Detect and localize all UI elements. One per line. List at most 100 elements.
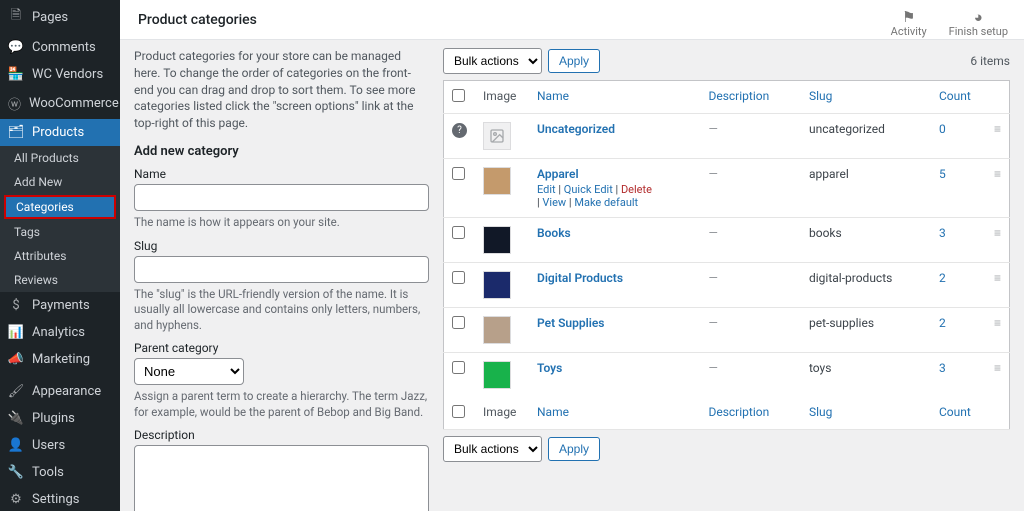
sidebar-item-appearance[interactable]: 🖌Appearance [0,378,120,405]
sidebar-item-pages[interactable]: 🗎 Pages [0,0,120,34]
bulk-actions-select-top[interactable]: Bulk actions [443,48,542,74]
name-label: Name [134,167,429,181]
page-icon: 🗎 [8,6,24,28]
vendor-icon: 🏪 [8,67,24,82]
empty-description: — [708,316,717,330]
col-slug[interactable]: Slug [801,81,931,114]
add-category-heading: Add new category [134,144,429,159]
submenu-reviews[interactable]: Reviews [0,268,120,292]
row-checkbox[interactable] [452,226,465,239]
submenu-tags[interactable]: Tags [0,220,120,244]
drag-handle-icon[interactable]: ≡ [994,167,1001,181]
finish-setup-label: Finish setup [949,25,1008,38]
drag-handle-icon[interactable]: ≡ [994,226,1001,240]
submenu-add-new[interactable]: Add New [0,170,120,194]
count-link[interactable]: 3 [939,361,946,375]
count-link[interactable]: 0 [939,122,946,136]
drag-handle-icon[interactable]: ≡ [994,122,1001,136]
row-checkbox[interactable] [452,271,465,284]
sidebar-item-label: Tools [32,465,64,480]
category-thumbnail[interactable] [483,316,511,344]
sidebar-item-users[interactable]: 👤Users [0,432,120,459]
select-all-bottom[interactable] [452,405,465,418]
slug-input[interactable] [134,256,429,283]
apply-button-top[interactable]: Apply [548,49,600,73]
drag-handle-icon[interactable]: ≡ [994,361,1001,375]
sidebar-item-woocommerce[interactable]: ⓦWooCommerce [0,88,120,119]
category-name-link[interactable]: Uncategorized [537,122,615,136]
col-count-foot[interactable]: Count [931,397,986,430]
row-actions: Edit | Quick Edit | Delete| View | Make … [537,183,692,209]
finish-setup-button[interactable]: ◕ Finish setup [949,10,1008,38]
col-count[interactable]: Count [931,81,986,114]
sidebar-item-tools[interactable]: 🔧 Tools [0,459,120,486]
activity-button[interactable]: ⚑ Activity [891,10,927,38]
make-default-link[interactable]: Make default [574,196,638,209]
quick-edit-link[interactable]: Quick Edit [564,183,613,196]
empty-description: — [708,122,717,136]
submenu-all-products[interactable]: All Products [0,146,120,170]
sidebar-item-comments[interactable]: 💬Comments [0,34,120,61]
col-name-foot[interactable]: Name [529,397,700,430]
table-row: Books—books3≡ [444,218,1010,263]
parent-select[interactable]: None [134,358,244,385]
table-row: Toys—toys3≡ [444,353,1010,398]
count-link[interactable]: 2 [939,271,946,285]
empty-description: — [708,226,717,240]
drag-handle-icon[interactable]: ≡ [994,316,1001,330]
category-thumbnail[interactable] [483,226,511,254]
name-input[interactable] [134,184,429,211]
sidebar-item-analytics[interactable]: 📊Analytics [0,319,120,346]
woo-icon: ⓦ [8,94,21,113]
row-checkbox[interactable] [452,167,465,180]
sidebar-item-label: Products [32,125,84,140]
sidebar-item-wc-vendors[interactable]: 🏪WC Vendors [0,61,120,88]
category-name-link[interactable]: Pet Supplies [537,316,604,330]
tool-icon: 🔧 [8,465,24,480]
col-description-foot[interactable]: Description [700,397,801,430]
select-all-top[interactable] [452,89,465,102]
col-description[interactable]: Description [700,81,801,114]
drag-handle-icon[interactable]: ≡ [994,271,1001,285]
category-thumbnail[interactable] [483,167,511,195]
sidebar-item-marketing[interactable]: 📣Marketing [0,346,120,373]
category-thumbnail[interactable] [483,271,511,299]
sidebar-item-label: Plugins [32,411,75,426]
parent-label: Parent category [134,341,429,355]
submenu-attributes[interactable]: Attributes [0,244,120,268]
slug-cell: toys [801,353,931,398]
col-name[interactable]: Name [529,81,700,114]
row-checkbox[interactable] [452,316,465,329]
help-icon[interactable]: ? [452,123,467,138]
view-link[interactable]: View [542,196,566,209]
description-input[interactable] [134,445,429,511]
category-thumbnail[interactable] [483,361,511,389]
category-thumbnail[interactable] [483,122,511,150]
sidebar-item-label: Marketing [32,352,90,367]
col-slug-foot[interactable]: Slug [801,397,931,430]
sidebar-item-settings[interactable]: ⚙Settings [0,486,120,511]
bulk-actions-select-bottom[interactable]: Bulk actions [443,436,542,462]
table-row: Apparel Edit | Quick Edit | Delete| View… [444,159,1010,218]
col-image-foot: Image [475,397,529,430]
apply-button-bottom[interactable]: Apply [548,437,600,461]
sidebar-item-payments[interactable]: $Payments [0,292,120,319]
count-link[interactable]: 2 [939,316,946,330]
sidebar-item-label: Pages [32,10,68,25]
count-link[interactable]: 5 [939,167,946,181]
category-name-link[interactable]: Toys [537,361,562,375]
sidebar-item-products[interactable]: 🗂Products [0,119,120,146]
delete-link[interactable]: Delete [621,183,652,196]
col-image: Image [475,81,529,114]
count-link[interactable]: 3 [939,226,946,240]
activity-icon: ⚑ [902,10,915,25]
category-name-link[interactable]: Apparel [537,167,579,181]
sidebar-item-label: Comments [32,40,96,55]
edit-link[interactable]: Edit [537,183,556,196]
submenu-categories[interactable]: Categories [4,195,116,219]
category-name-link[interactable]: Books [537,226,571,240]
row-checkbox[interactable] [452,361,465,374]
sidebar-item-plugins[interactable]: 🔌Plugins [0,405,120,432]
category-name-link[interactable]: Digital Products [537,271,623,285]
description-label: Description [134,428,429,442]
